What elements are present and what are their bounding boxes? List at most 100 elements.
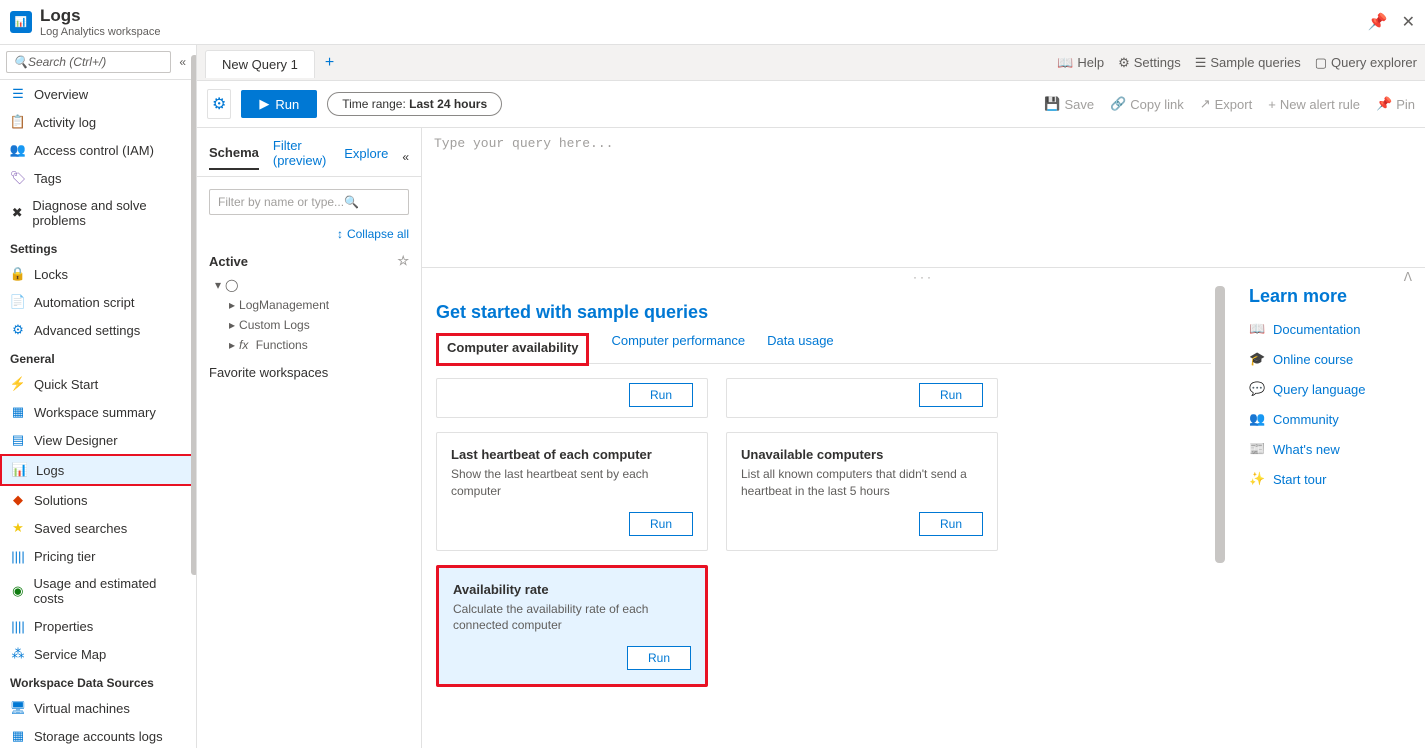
run-label: Run [275, 97, 299, 112]
nav-label: Diagnose and solve problems [32, 198, 186, 228]
run-button[interactable]: ▶Run [241, 90, 317, 118]
sample-queries-link[interactable]: ☰Sample queries [1195, 55, 1301, 71]
card-title: Unavailable computers [741, 447, 983, 462]
sidebar-item-view-designer[interactable]: ▤View Designer [0, 426, 196, 454]
designer-icon: ▤ [10, 432, 26, 448]
nav-label: Properties [34, 619, 93, 634]
sidebar-item-solutions[interactable]: ◆Solutions [0, 486, 196, 514]
nav-label: Activity log [34, 115, 96, 130]
sidebar-item-locks[interactable]: 🔒Locks [0, 260, 196, 288]
sample-card-heartbeat: Last heartbeat of each computer Show the… [436, 432, 708, 551]
help-link[interactable]: 📖Help [1057, 55, 1104, 71]
usage-icon: ◉ [10, 583, 26, 599]
card-run-button[interactable]: Run [919, 512, 983, 536]
save-button[interactable]: 💾Save [1044, 96, 1094, 112]
sidebar-item-pricing-tier[interactable]: ||||Pricing tier [0, 542, 196, 570]
adjust-button[interactable]: ⚙ [207, 89, 231, 119]
lock-icon: 🔒 [10, 266, 26, 282]
tab-new-query[interactable]: New Query 1 [205, 50, 315, 78]
sidebar-item-properties[interactable]: ||||Properties [0, 612, 196, 640]
sidebar-item-logs[interactable]: 📊Logs [0, 454, 196, 486]
settings-link[interactable]: ⚙Settings [1118, 55, 1181, 71]
search-input[interactable]: 🔍 Search (Ctrl+/) [6, 51, 171, 73]
learn-link-online-course[interactable]: 🎓Online course [1249, 351, 1415, 367]
fx-icon: fx [239, 338, 252, 352]
sidebar-item-advanced-settings[interactable]: ⚙Advanced settings [0, 316, 196, 344]
sample-tab-computer-performance[interactable]: Computer performance [611, 333, 745, 363]
query-input[interactable]: Type your query here... [422, 128, 1425, 268]
sidebar-item-quick-start[interactable]: ⚡ Quick Start [0, 370, 196, 398]
pin-icon[interactable]: 📌 [1368, 12, 1388, 32]
time-value: Last 24 hours [406, 97, 487, 111]
drag-handle[interactable]: ···ᐱ [422, 268, 1425, 286]
sidebar-item-automation-script[interactable]: 📄Automation script [0, 288, 196, 316]
sample-tab-computer-availability[interactable]: Computer availability [436, 333, 589, 366]
learn-link-whats-new[interactable]: 📰What's new [1249, 441, 1415, 457]
new-alert-button[interactable]: +New alert rule [1268, 96, 1360, 112]
sidebar-item-saved-searches[interactable]: ★Saved searches [0, 514, 196, 542]
results-scrollbar[interactable] [1215, 286, 1225, 563]
tree-workspace-node[interactable]: ▾◯ [209, 275, 409, 295]
nav-label: Tags [34, 171, 61, 186]
sidebar-item-access-control[interactable]: 👥Access control (IAM) [0, 136, 196, 164]
collapse-all-button[interactable]: ↕Collapse all [197, 227, 421, 249]
pricing-icon: |||| [10, 548, 26, 564]
sample-card: Run [436, 378, 708, 418]
logs-icon: 📊 [12, 462, 28, 478]
card-run-button[interactable]: Run [629, 512, 693, 536]
card-run-button[interactable]: Run [919, 383, 983, 407]
learn-link-query-language[interactable]: 💬Query language [1249, 381, 1415, 397]
sidebar-item-diagnose[interactable]: ✖Diagnose and solve problems [0, 192, 196, 234]
tree-item-custom-logs[interactable]: ▸Custom Logs [209, 315, 409, 335]
schema-tab-schema[interactable]: Schema [209, 145, 259, 170]
learn-label: What's new [1273, 442, 1340, 457]
card-run-button[interactable]: Run [627, 646, 691, 670]
course-icon: 🎓 [1249, 351, 1265, 367]
close-icon[interactable]: ✕ [1402, 12, 1415, 32]
sidebar-item-workspace-summary[interactable]: ▦Workspace summary [0, 398, 196, 426]
copy-link-button[interactable]: 🔗Copy link [1110, 96, 1184, 112]
sidebar-scrollbar[interactable] [191, 55, 197, 575]
tree-active-label: Active [209, 254, 248, 269]
sidebar-item-tags[interactable]: 🏷Tags [0, 164, 196, 192]
sidebar-item-virtual-machines[interactable]: 🖥Virtual machines [0, 694, 196, 722]
nav-label: Service Map [34, 647, 106, 662]
community-icon: 👥 [1249, 411, 1265, 427]
link-label: Help [1077, 55, 1104, 70]
overview-icon: ☰ [10, 86, 26, 102]
time-range-selector[interactable]: Time range: Last 24 hours [327, 92, 502, 116]
sidebar-item-activity-log[interactable]: 📋Activity log [0, 108, 196, 136]
schema-collapse-icon[interactable]: « [402, 150, 409, 164]
search-placeholder: Search (Ctrl+/) [28, 55, 106, 69]
schema-filter-input[interactable]: Filter by name or type...🔍 [209, 189, 409, 215]
schema-tab-filter[interactable]: Filter (preview) [273, 138, 330, 176]
add-tab-button[interactable]: + [315, 48, 344, 78]
pin-button[interactable]: 📌Pin [1376, 96, 1415, 112]
sample-tab-data-usage[interactable]: Data usage [767, 333, 834, 363]
sample-queries-title: Get started with sample queries [436, 302, 1211, 323]
sidebar-item-overview[interactable]: ☰Overview [0, 80, 196, 108]
save-icon: 💾 [1044, 96, 1060, 112]
nav-label: Access control (IAM) [34, 143, 154, 158]
nav-label: Quick Start [34, 377, 98, 392]
learn-link-community[interactable]: 👥 Community [1249, 411, 1415, 427]
learn-label: Community [1273, 412, 1339, 427]
learn-link-documentation[interactable]: 📖Documentation [1249, 321, 1415, 337]
expand-icon[interactable]: ᐱ [1404, 270, 1415, 284]
link-label: Settings [1134, 55, 1181, 70]
sidebar-item-storage-accounts[interactable]: ▦Storage accounts logs [0, 722, 196, 748]
learn-link-start-tour[interactable]: ✨Start tour [1249, 471, 1415, 487]
sidebar-collapse-icon[interactable]: « [175, 55, 190, 69]
query-explorer-link[interactable]: ▢Query explorer [1315, 55, 1417, 71]
quick-start-icon: ⚡ [10, 376, 26, 392]
sidebar-item-service-map[interactable]: ⁂Service Map [0, 640, 196, 668]
tree-item-functions[interactable]: ▸fx Functions [209, 335, 409, 355]
schema-tab-explore[interactable]: Explore [344, 146, 388, 169]
sidebar-item-usage-costs[interactable]: ◉Usage and estimated costs [0, 570, 196, 612]
solutions-icon: ◆ [10, 492, 26, 508]
star-icon[interactable]: ☆ [397, 253, 409, 269]
export-button[interactable]: ↗Export [1200, 96, 1252, 112]
card-run-button[interactable]: Run [629, 383, 693, 407]
tree-item-logmanagement[interactable]: ▸LogManagement [209, 295, 409, 315]
favorite-workspaces-label[interactable]: Favorite workspaces [197, 359, 421, 386]
